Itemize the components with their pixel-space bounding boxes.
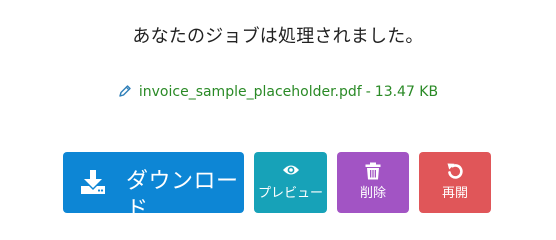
- undo-icon: [419, 162, 491, 184]
- preview-button[interactable]: プレビュー: [254, 152, 327, 213]
- delete-button[interactable]: 削除: [337, 152, 409, 213]
- file-size: 13.47 KB: [374, 84, 439, 100]
- file-name: invoice_sample_placeholder.pdf: [138, 84, 362, 100]
- preview-label: プレビュー: [257, 186, 323, 201]
- pencil-icon: [118, 84, 132, 102]
- delete-label: 削除: [359, 186, 386, 201]
- job-status-message: あなたのジョブは処理されました。: [132, 26, 424, 47]
- file-info: invoice_sample_placeholder.pdf -13.47 KB: [0, 84, 556, 102]
- download-icon: [80, 169, 106, 199]
- retry-label: 再開: [441, 186, 468, 201]
- retry-button[interactable]: 再開: [419, 152, 491, 213]
- download-button[interactable]: ダウンロード: [63, 152, 244, 222]
- trash-icon: [337, 162, 409, 184]
- file-separator: -: [365, 84, 371, 100]
- download-label: ダウンロード: [126, 169, 239, 222]
- eye-icon: [254, 162, 327, 181]
